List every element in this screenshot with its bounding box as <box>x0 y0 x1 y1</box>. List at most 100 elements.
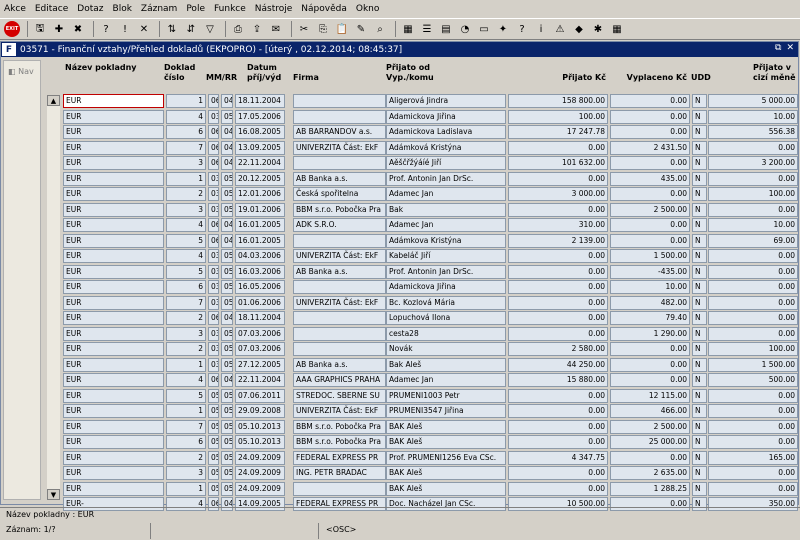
save-icon[interactable]: 🖫 <box>32 21 48 37</box>
cell-vyplaceno[interactable]: 466.00 <box>610 404 690 418</box>
cell-prijato-kc[interactable]: 100.00 <box>508 109 608 124</box>
cell-prijato-cizi[interactable]: 500.00 <box>708 373 798 387</box>
cell-nazev[interactable]: EUR <box>63 140 164 155</box>
menu-item[interactable]: Editace <box>35 4 68 14</box>
cell-doklad[interactable]: 1 <box>166 171 206 186</box>
cell-nazev[interactable]: EUR <box>63 109 164 124</box>
cell-prijato-cizi[interactable]: 0.00 <box>708 326 798 341</box>
warning-icon[interactable]: ⚠ <box>552 21 568 37</box>
cell-datum[interactable]: 12.01.2006 <box>235 187 285 201</box>
cell-prijato-cizi[interactable]: 5 000.00 <box>708 94 798 108</box>
cell-vyplaceno[interactable]: -435.00 <box>610 264 690 279</box>
cell-doklad[interactable]: 4 <box>166 218 206 232</box>
cell-mm[interactable]: 06 <box>208 125 219 139</box>
cell-prijato-od[interactable]: Adamec Jan <box>386 218 506 232</box>
cell-udd[interactable]: N <box>692 466 707 480</box>
cell-datum[interactable]: 29.09.2008 <box>235 404 285 418</box>
cell-prijato-kc[interactable]: 4 347.75 <box>508 450 608 465</box>
cell-vyplaceno[interactable]: 0.00 <box>610 125 690 139</box>
cell-vyplaceno[interactable]: 0.00 <box>610 218 690 232</box>
cell-rr[interactable]: 05 <box>221 249 233 263</box>
cell-mm[interactable]: 03 <box>208 342 219 356</box>
cell-udd[interactable]: N <box>692 311 707 325</box>
settings-icon[interactable]: ✦ <box>495 21 511 37</box>
cell-nazev[interactable]: EUR <box>63 342 164 356</box>
cell-nazev[interactable]: EUR <box>63 202 164 217</box>
cell-datum[interactable]: 22.11.2004 <box>235 156 285 170</box>
cell-doklad[interactable]: 2 <box>166 342 206 356</box>
restore-icon[interactable]: ⧉ <box>775 43 781 53</box>
cell-udd[interactable]: N <box>692 450 707 465</box>
cell-udd[interactable]: N <box>692 171 707 186</box>
cell-prijato-od[interactable]: Bak Aleš <box>386 357 506 372</box>
cell-datum[interactable]: 16.01.2005 <box>235 218 285 232</box>
cell-rr[interactable]: 05 <box>221 264 233 279</box>
cell-doklad[interactable]: 5 <box>166 233 206 248</box>
cell-firma[interactable]: AB Banka a.s. <box>293 264 386 279</box>
cell-nazev[interactable]: EUR <box>63 156 164 170</box>
cell-vyplaceno[interactable]: 1 288.25 <box>610 481 690 496</box>
cell-prijato-cizi[interactable]: 556.38 <box>708 125 798 139</box>
cell-firma[interactable]: UNIVERZITA Část: EkF <box>293 295 386 310</box>
cell-mm[interactable]: 06 <box>208 233 219 248</box>
cell-vyplaceno[interactable]: 0.00 <box>610 187 690 201</box>
cell-datum[interactable]: 05.10.2013 <box>235 419 285 434</box>
cell-vyplaceno[interactable]: 0.00 <box>610 156 690 170</box>
copy-icon[interactable]: ⎘ <box>315 21 331 37</box>
menu-item[interactable]: Akce <box>4 4 26 14</box>
cell-rr[interactable]: 05 <box>221 357 233 372</box>
cell-firma[interactable] <box>293 326 386 341</box>
cell-rr[interactable]: 05 <box>221 109 233 124</box>
cell-doklad[interactable]: 2 <box>166 187 206 201</box>
cut-icon[interactable]: ✂ <box>296 21 312 37</box>
scroll-down-icon[interactable]: ▼ <box>47 489 60 500</box>
cell-vyplaceno[interactable]: 482.00 <box>610 295 690 310</box>
cell-prijato-cizi[interactable]: 0.00 <box>708 171 798 186</box>
cell-prijato-kc[interactable]: 0.00 <box>508 388 608 403</box>
cell-prijato-cizi[interactable]: 1 500.00 <box>708 357 798 372</box>
cell-datum[interactable]: 17.05.2006 <box>235 109 285 124</box>
cell-datum[interactable]: 16.03.2006 <box>235 264 285 279</box>
cell-firma[interactable]: STREDOC. SBERNE SU <box>293 388 386 403</box>
cell-nazev[interactable]: EUR <box>63 233 164 248</box>
cell-doklad[interactable]: 2 <box>166 450 206 465</box>
cell-udd[interactable]: N <box>692 388 707 403</box>
cell-datum[interactable]: 07.06.2011 <box>235 388 285 403</box>
cell-firma[interactable]: AB Banka a.s. <box>293 171 386 186</box>
cell-rr[interactable]: 05 <box>221 481 233 496</box>
execute-query-icon[interactable]: ! <box>117 21 133 37</box>
cell-firma[interactable] <box>293 342 386 356</box>
cell-prijato-kc[interactable]: 3 000.00 <box>508 187 608 201</box>
cell-prijato-cizi[interactable]: 0.00 <box>708 404 798 418</box>
sort-desc-icon[interactable]: ⇵ <box>183 21 199 37</box>
cell-doklad[interactable]: 4 <box>166 249 206 263</box>
cell-firma[interactable]: ADK S.R.O. <box>293 218 386 232</box>
star-icon[interactable]: ✱ <box>590 21 606 37</box>
cell-vyplaceno[interactable]: 1 500.00 <box>610 249 690 263</box>
paste-icon[interactable]: 📋 <box>334 21 350 37</box>
cell-rr[interactable]: 05 <box>221 202 233 217</box>
cell-firma[interactable]: Česká spořitelna <box>293 187 386 201</box>
cell-prijato-kc[interactable]: 0.00 <box>508 249 608 263</box>
cell-prijato-kc[interactable]: 2 580.00 <box>508 342 608 356</box>
cell-datum[interactable]: 01.06.2006 <box>235 295 285 310</box>
cell-prijato-kc[interactable]: 0.00 <box>508 171 608 186</box>
cell-mm[interactable]: 03 <box>208 357 219 372</box>
cell-doklad[interactable]: 3 <box>166 466 206 480</box>
cell-doklad[interactable]: 7 <box>166 295 206 310</box>
cell-prijato-kc[interactable]: 15 880.00 <box>508 373 608 387</box>
cell-prijato-cizi[interactable]: 100.00 <box>708 187 798 201</box>
menu-item[interactable]: Nástroje <box>255 4 293 14</box>
cell-vyplaceno[interactable]: 0.00 <box>610 450 690 465</box>
cell-mm[interactable]: 05 <box>208 466 219 480</box>
cell-doklad[interactable]: 6 <box>166 435 206 449</box>
menu-item[interactable]: Okno <box>356 4 380 14</box>
exit-icon[interactable]: EXIT <box>4 21 20 37</box>
cell-mm[interactable]: 03 <box>208 264 219 279</box>
cell-prijato-cizi[interactable]: 0.00 <box>708 280 798 294</box>
scroll-up-icon[interactable]: ▲ <box>47 95 60 106</box>
cell-datum[interactable]: 16.01.2005 <box>235 233 285 248</box>
menu-item[interactable]: Záznam <box>141 4 177 14</box>
list-icon[interactable]: ☰ <box>419 21 435 37</box>
cell-rr[interactable]: 04 <box>221 311 233 325</box>
